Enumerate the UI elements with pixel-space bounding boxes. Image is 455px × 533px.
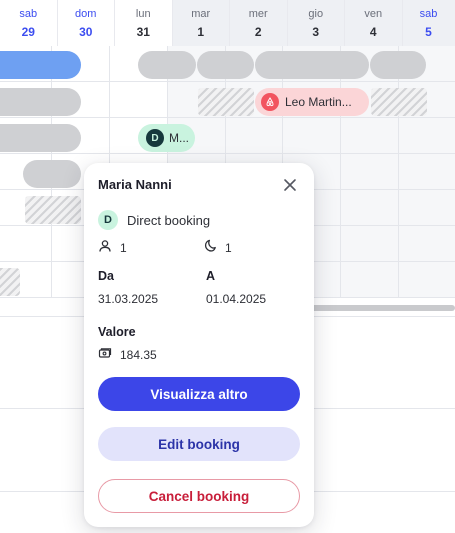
night-count: 1 bbox=[203, 239, 232, 256]
source-label: Direct booking bbox=[127, 212, 211, 228]
weekday-label: sab bbox=[19, 7, 38, 20]
weekday-label: mar bbox=[191, 7, 211, 20]
day-header-7[interactable]: sab 5 bbox=[402, 0, 455, 46]
day-header-4[interactable]: mer 2 bbox=[230, 0, 288, 46]
day-header-0[interactable]: sab 29 bbox=[0, 0, 58, 46]
day-header-2[interactable]: lun 31 bbox=[115, 0, 173, 46]
date-label: 30 bbox=[79, 24, 93, 39]
guest-count: 1 bbox=[98, 239, 127, 256]
date-label: 1 bbox=[197, 24, 205, 39]
weekday-label: lun bbox=[135, 7, 151, 20]
blocked-dates bbox=[198, 88, 254, 116]
booking-bar[interactable] bbox=[138, 51, 196, 79]
check-in-date: 31.03.2025 bbox=[98, 292, 159, 306]
booking-bar[interactable] bbox=[0, 51, 81, 79]
day-header-3[interactable]: mar 1 bbox=[172, 0, 230, 46]
guest-count-value: 1 bbox=[120, 240, 127, 255]
booking-bar[interactable] bbox=[370, 51, 426, 79]
booking-value-amount: 184.35 bbox=[120, 347, 157, 362]
check-in-label: Da bbox=[98, 269, 114, 283]
booking-calendar: sab 29 dom 30 lun 31 mar 1 mer 2 gio 3 v… bbox=[0, 0, 455, 533]
source-avatar: D bbox=[98, 210, 118, 230]
booking-bar[interactable] bbox=[255, 51, 369, 79]
booking-bar[interactable] bbox=[0, 88, 81, 116]
blocked-dates bbox=[371, 88, 427, 116]
blocked-dates bbox=[0, 268, 20, 296]
date-label: 4 bbox=[369, 24, 377, 39]
date-label: 3 bbox=[312, 24, 320, 39]
booking-value: 184.35 bbox=[98, 347, 157, 362]
cancel-booking-button[interactable]: Cancel booking bbox=[98, 479, 300, 513]
weekday-label: dom bbox=[75, 7, 97, 20]
day-header-6[interactable]: ven 4 bbox=[345, 0, 403, 46]
check-out-date: 01.04.2025 bbox=[206, 292, 267, 306]
check-out-label: A bbox=[206, 269, 216, 283]
booking-bar[interactable] bbox=[0, 124, 81, 152]
calendar-header: sab 29 dom 30 lun 31 mar 1 mer 2 gio 3 v… bbox=[0, 0, 455, 46]
date-label: 2 bbox=[254, 24, 262, 39]
moon-icon bbox=[203, 239, 217, 256]
night-count-value: 1 bbox=[225, 240, 232, 255]
date-label: 29 bbox=[21, 24, 35, 39]
guest-name: Maria Nanni bbox=[98, 177, 172, 192]
booking-source: D Direct booking bbox=[98, 210, 210, 230]
booking-details-popup: Maria Nanni D Direct booking 1 1 Da A 31… bbox=[84, 163, 314, 527]
value-label: Valore bbox=[98, 325, 136, 339]
booking-bar[interactable] bbox=[23, 160, 81, 188]
weekday-label: ven bbox=[364, 7, 383, 20]
date-label: 5 bbox=[425, 24, 432, 39]
booking-bar-airbnb[interactable]: Leo Martin... bbox=[255, 88, 369, 116]
date-label: 31 bbox=[136, 24, 150, 39]
booking-bar[interactable] bbox=[197, 51, 254, 79]
weekday-label: sab bbox=[419, 7, 438, 20]
booking-guest-label: M... bbox=[169, 131, 189, 145]
booking-guest-label: Leo Martin... bbox=[285, 95, 352, 109]
weekday-label: mer bbox=[248, 7, 268, 20]
day-header-1[interactable]: dom 30 bbox=[57, 0, 115, 46]
weekday-label: gio bbox=[308, 7, 324, 20]
view-more-button[interactable]: Visualizza altro bbox=[98, 377, 300, 411]
booking-bar-direct[interactable]: D M... bbox=[138, 124, 195, 152]
blocked-dates bbox=[25, 196, 81, 224]
payment-icon bbox=[98, 347, 112, 362]
day-header-5[interactable]: gio 3 bbox=[287, 0, 345, 46]
person-icon bbox=[98, 239, 112, 256]
direct-booking-avatar: D bbox=[146, 129, 164, 147]
edit-booking-button[interactable]: Edit booking bbox=[98, 427, 300, 461]
airbnb-icon bbox=[261, 93, 279, 111]
close-icon[interactable] bbox=[282, 177, 298, 193]
